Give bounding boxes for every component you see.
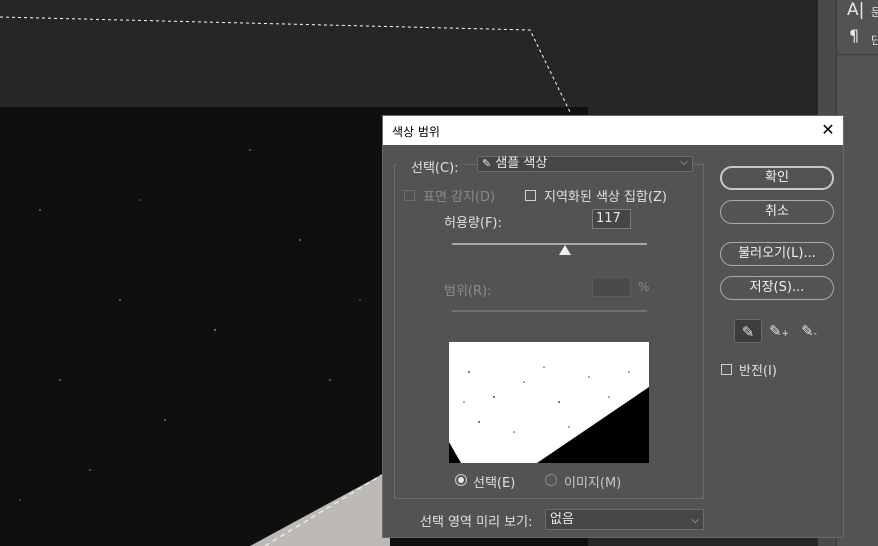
face-detect-checkbox[interactable] <box>404 190 415 201</box>
dialog-title: 색상 범위 <box>392 125 440 139</box>
selection-preview-value: 없음 <box>550 512 574 527</box>
cancel-button[interactable]: 취소 <box>720 200 834 224</box>
canvas-background <box>0 0 818 107</box>
eyedropper-icon: ✎ <box>482 157 492 170</box>
paragraph-panel-icon[interactable]: ¶ <box>849 26 859 45</box>
close-icon[interactable]: ✕ <box>817 119 839 141</box>
panel-divider <box>837 54 878 55</box>
range-slider-track <box>452 310 647 312</box>
range-unit: % <box>638 280 650 294</box>
load-button[interactable]: 불러오기(L)... <box>720 242 834 266</box>
range-input <box>592 277 631 297</box>
fuzziness-slider-thumb[interactable] <box>559 245 572 255</box>
localized-clusters-checkbox[interactable] <box>525 190 536 201</box>
radio-selection-label: 선택(E) <box>473 476 516 491</box>
dialog-titlebar[interactable]: 색상 범위 ✕ <box>383 116 843 145</box>
invert-checkbox[interactable] <box>721 364 732 375</box>
selection-preview-label: 선택 영역 미리 보기: <box>420 515 533 530</box>
paragraph-panel-label[interactable]: 단 <box>871 32 878 48</box>
eyedropper-plus-icon[interactable]: ✎+ <box>765 319 793 343</box>
color-range-dialog: 색상 범위 ✕ 선택(C): ✎ 샘플 색상 ⌵ 표면 감지(D) 지역화된 색… <box>382 115 844 538</box>
selection-preview-image <box>449 342 649 463</box>
range-label: 범위(R): <box>444 284 492 299</box>
radio-selection[interactable] <box>455 474 467 486</box>
select-label: 선택(C): <box>397 157 463 176</box>
selection-preview-dropdown[interactable]: 없음 ⌵ <box>545 509 704 530</box>
character-panel-icon[interactable]: A| <box>847 0 864 20</box>
radio-image[interactable] <box>545 474 557 486</box>
eyedropper-icon[interactable]: ✎ <box>734 319 762 343</box>
select-value: 샘플 색상 <box>495 156 548 171</box>
save-button[interactable]: 저장(S)... <box>720 276 834 300</box>
chevron-down-icon: ⌵ <box>691 515 699 526</box>
character-panel-label[interactable]: 문 <box>871 4 878 20</box>
ok-button[interactable]: 확인 <box>720 166 834 190</box>
radio-image-label: 이미지(M) <box>564 476 622 491</box>
face-detect-label: 표면 감지(D) <box>423 190 496 205</box>
chevron-down-icon: ⌵ <box>680 157 688 168</box>
localized-clusters-label: 지역화된 색상 집합(Z) <box>544 190 667 205</box>
fuzziness-input[interactable]: 117 <box>592 209 631 229</box>
fuzziness-label: 허용량(F): <box>444 216 502 231</box>
fuzziness-slider-track[interactable] <box>452 243 647 245</box>
select-dropdown[interactable]: ✎ 샘플 색상 ⌵ <box>477 156 693 172</box>
eyedropper-minus-icon[interactable]: ✎- <box>795 319 823 343</box>
invert-label: 반전(I) <box>739 364 777 379</box>
